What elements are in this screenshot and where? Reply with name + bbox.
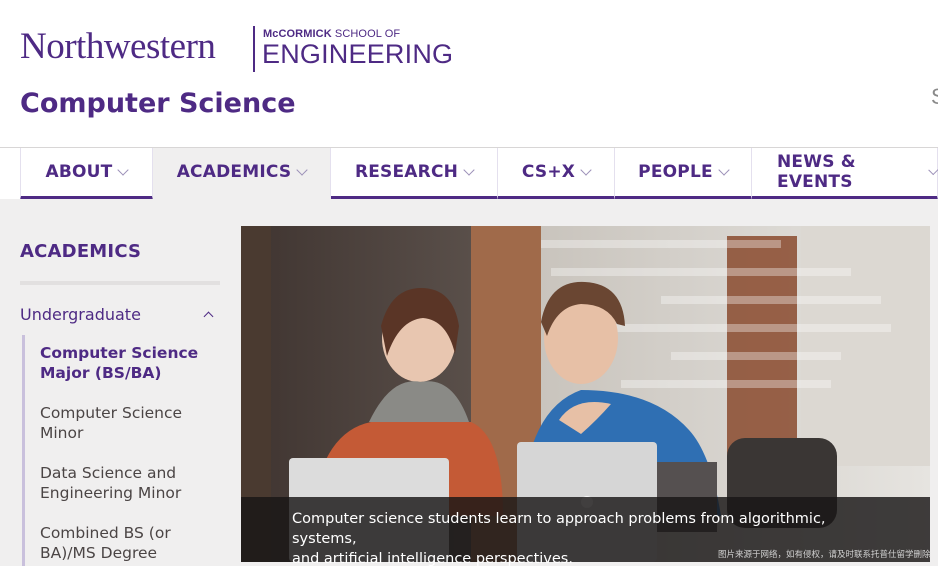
link-line: Engineering Minor xyxy=(40,484,182,502)
nav-label: CS+X xyxy=(521,162,576,182)
sidebar-link-cs-major[interactable]: Computer Science Major (BS/BA) xyxy=(40,343,215,383)
chevron-down-icon xyxy=(718,164,730,176)
sidebar-link-data-science-minor[interactable]: Data Science and Engineering Minor xyxy=(40,463,215,503)
nav-label: PEOPLE xyxy=(638,162,713,182)
chevron-down-icon xyxy=(463,164,475,176)
nav-item-academics[interactable]: ACADEMICS xyxy=(153,148,331,200)
chevron-down-icon xyxy=(580,164,592,176)
link-line: Data Science and xyxy=(40,464,177,482)
nav-item-cs-x[interactable]: CS+X xyxy=(498,148,615,200)
nav-item-people[interactable]: PEOPLE xyxy=(615,148,752,200)
chevron-down-icon xyxy=(117,164,130,176)
sidebar-title: ACADEMICS xyxy=(20,241,142,262)
nav-item-research[interactable]: RESEARCH xyxy=(331,148,498,200)
nav-item-news-events[interactable]: NEWS & EVENTS xyxy=(752,148,938,200)
logo-divider xyxy=(253,26,255,72)
sidebar-submenu-rail xyxy=(22,335,25,566)
site-title[interactable]: Computer Science xyxy=(20,88,296,119)
nav-label: ACADEMICS xyxy=(176,162,292,182)
sidebar-divider xyxy=(20,281,220,285)
chevron-up-icon xyxy=(203,311,214,321)
sidebar-group-undergraduate[interactable]: Undergraduate xyxy=(20,303,220,325)
chevron-down-icon xyxy=(296,164,308,176)
nav-item-about[interactable]: ABOUT xyxy=(20,148,153,200)
link-line: Computer Science xyxy=(40,404,183,422)
site-header: Northwestern McCORMICK SCHOOL OF ENGINEE… xyxy=(0,0,938,147)
nav-label: NEWS & EVENTS xyxy=(777,152,856,192)
sidebar-link-cs-minor[interactable]: Computer Science Minor xyxy=(40,403,215,443)
image-watermark: 图片来源于网络，如有侵权，请及时联系托普仕留学删除 xyxy=(718,550,931,560)
link-line: Computer Science xyxy=(40,344,199,362)
caption-line: Computer science students learn to appro… xyxy=(292,511,826,547)
link-line: Major (BS/BA) xyxy=(40,364,162,382)
engineering-wordmark[interactable]: ENGINEERING xyxy=(262,41,453,68)
nav-label: RESEARCH xyxy=(354,162,459,182)
clipped-edge-text: S xyxy=(931,84,938,112)
main-nav: ABOUT ACADEMICS RESEARCH CS+X PEOPLE NEW… xyxy=(0,147,938,200)
sidebar-link-combined-bs-ms[interactable]: Combined BS (or BA)/MS Degree xyxy=(40,523,215,563)
link-line: BA)/MS Degree xyxy=(40,544,158,562)
link-line: Minor xyxy=(40,424,84,442)
northwestern-wordmark[interactable]: Northwestern xyxy=(20,28,216,65)
link-line: Combined BS (or xyxy=(40,524,171,542)
nav-label: ABOUT xyxy=(45,162,113,182)
chevron-down-icon xyxy=(927,164,938,176)
sidebar-group-label: Undergraduate xyxy=(20,304,141,324)
